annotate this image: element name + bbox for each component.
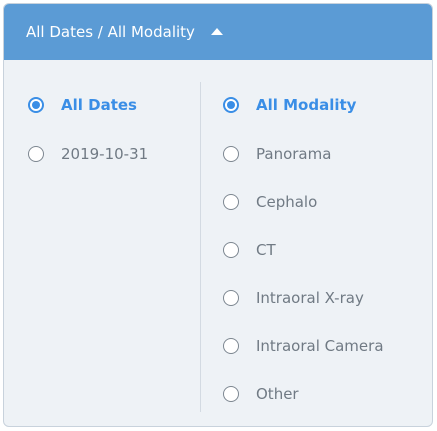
date-filter-column: All Dates 2019-10-31 xyxy=(4,60,200,426)
modality-option-ct[interactable]: CT xyxy=(223,241,276,259)
modality-option-intraoral-x-ray[interactable]: Intraoral X-ray xyxy=(223,289,364,307)
modality-option-label: Intraoral Camera xyxy=(256,337,384,355)
radio-unchecked-icon[interactable] xyxy=(223,146,239,162)
filter-summary-title: All Dates / All Modality xyxy=(26,23,195,41)
radio-unchecked-icon[interactable] xyxy=(223,242,239,258)
modality-option-label: Intraoral X-ray xyxy=(256,289,364,307)
radio-checked-icon[interactable] xyxy=(28,97,44,113)
radio-checked-icon[interactable] xyxy=(223,97,239,113)
radio-unchecked-icon[interactable] xyxy=(223,194,239,210)
caret-up-icon xyxy=(210,27,223,35)
filter-dropdown-panel: All Dates / All Modality All Dates 2019-… xyxy=(3,3,433,427)
modality-option-label: Panorama xyxy=(256,145,332,163)
modality-option-label: Cephalo xyxy=(256,193,318,211)
date-option-label: All Dates xyxy=(61,96,137,114)
filter-options-body: All Dates 2019-10-31 All Modality Panora… xyxy=(4,60,432,426)
radio-unchecked-icon[interactable] xyxy=(223,338,239,354)
radio-unchecked-icon[interactable] xyxy=(223,386,239,402)
date-option-2019-10-31[interactable]: 2019-10-31 xyxy=(28,145,148,163)
modality-option-label: All Modality xyxy=(256,96,357,114)
modality-option-intraoral-camera[interactable]: Intraoral Camera xyxy=(223,337,384,355)
modality-option-label: CT xyxy=(256,241,276,259)
date-option-label: 2019-10-31 xyxy=(61,145,149,163)
modality-option-cephalo[interactable]: Cephalo xyxy=(223,193,317,211)
filter-dropdown-header[interactable]: All Dates / All Modality xyxy=(4,4,432,60)
modality-option-label: Other xyxy=(256,385,299,403)
modality-option-panorama[interactable]: Panorama xyxy=(223,145,331,163)
radio-unchecked-icon[interactable] xyxy=(223,290,239,306)
modality-filter-column: All Modality Panorama Cephalo CT Intraor… xyxy=(201,60,432,426)
date-option-all-dates[interactable]: All Dates xyxy=(28,96,137,114)
modality-option-all-modality[interactable]: All Modality xyxy=(223,96,356,114)
radio-unchecked-icon[interactable] xyxy=(28,146,44,162)
modality-option-other[interactable]: Other xyxy=(223,385,299,403)
